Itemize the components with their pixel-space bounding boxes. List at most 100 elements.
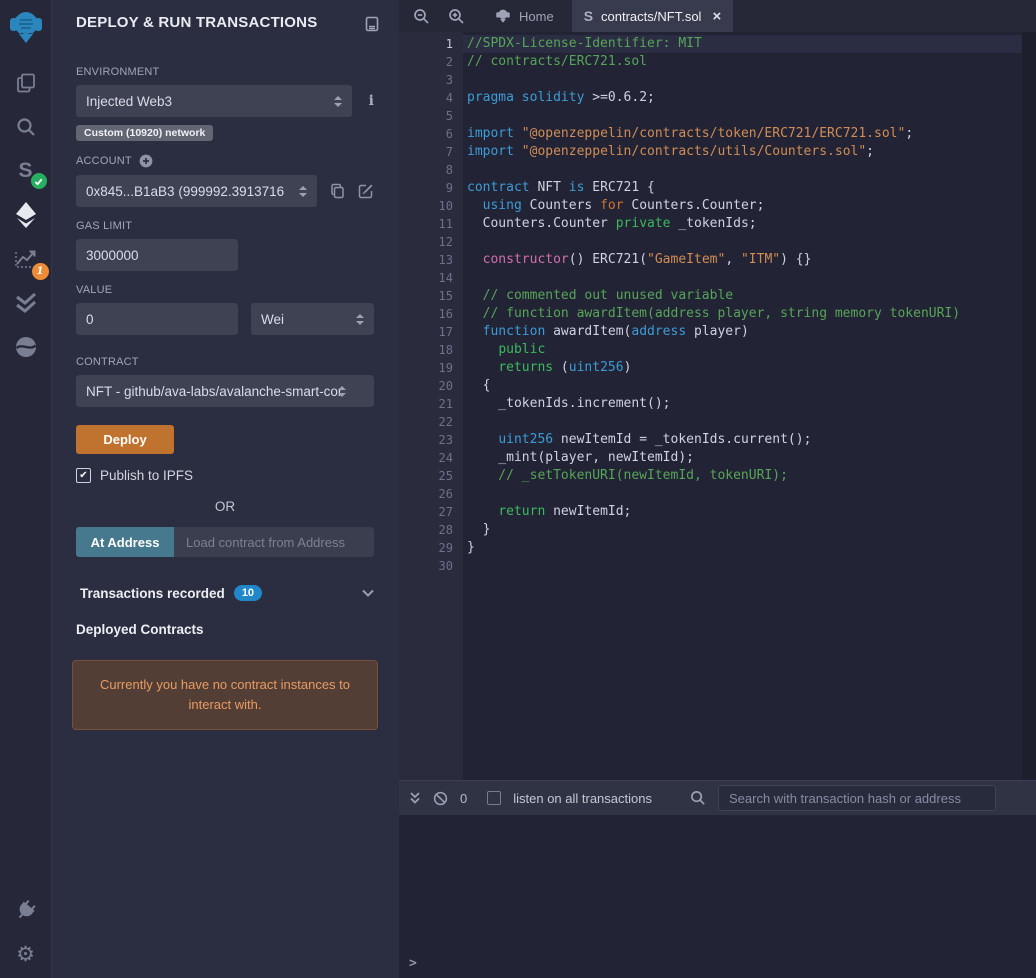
- terminal-output[interactable]: >: [399, 815, 1036, 978]
- line-number[interactable]: 15: [399, 287, 453, 305]
- code-line[interactable]: _tokenIds.increment();: [463, 395, 1022, 413]
- at-address-button[interactable]: At Address: [76, 527, 174, 557]
- tab-home[interactable]: Home: [483, 0, 566, 32]
- line-number[interactable]: 18: [399, 341, 453, 359]
- line-number[interactable]: 8: [399, 161, 453, 179]
- line-number[interactable]: 1: [399, 35, 453, 53]
- search-icon[interactable]: [11, 113, 41, 141]
- at-address-input[interactable]: [174, 527, 374, 557]
- line-number[interactable]: 30: [399, 557, 453, 575]
- code-line[interactable]: // contracts/ERC721.sol: [463, 53, 1022, 71]
- line-number[interactable]: 23: [399, 431, 453, 449]
- line-number[interactable]: 5: [399, 107, 453, 125]
- solidity-compiler-icon[interactable]: S: [11, 157, 41, 185]
- code-line[interactable]: [463, 233, 1022, 251]
- code-line[interactable]: constructor() ERC721("GameItem", "ITM") …: [463, 251, 1022, 269]
- line-number[interactable]: 6: [399, 125, 453, 143]
- code-line[interactable]: pragma solidity >=0.6.2;: [463, 89, 1022, 107]
- transactions-recorded-row[interactable]: Transactions recorded 10: [76, 585, 374, 601]
- line-number[interactable]: 27: [399, 503, 453, 521]
- code-line[interactable]: [463, 485, 1022, 503]
- line-number[interactable]: 11: [399, 215, 453, 233]
- editor-code[interactable]: //SPDX-License-Identifier: MIT// contrac…: [463, 32, 1022, 780]
- edit-account-icon[interactable]: [358, 183, 374, 199]
- documentation-icon[interactable]: [365, 16, 379, 37]
- line-number[interactable]: 7: [399, 143, 453, 161]
- account-select[interactable]: 0x845...B1aB3 (999992.3913716: [76, 175, 317, 207]
- remix-logo-icon[interactable]: [8, 8, 44, 51]
- line-number[interactable]: 25: [399, 467, 453, 485]
- code-line[interactable]: [463, 71, 1022, 89]
- deploy-run-icon[interactable]: [11, 201, 41, 229]
- terminal-search-input[interactable]: [718, 785, 996, 811]
- value-input[interactable]: 0: [76, 303, 238, 335]
- code-line[interactable]: return newItemId;: [463, 503, 1022, 521]
- gas-limit-input[interactable]: 3000000: [76, 239, 238, 271]
- line-number[interactable]: 26: [399, 485, 453, 503]
- code-line[interactable]: //SPDX-License-Identifier: MIT: [463, 35, 1022, 53]
- publish-ipfs-checkbox[interactable]: [76, 468, 91, 483]
- file-explorer-icon[interactable]: [11, 69, 41, 97]
- line-number[interactable]: 20: [399, 377, 453, 395]
- zoom-out-icon[interactable]: [404, 0, 439, 32]
- code-line[interactable]: uint256 newItemId = _tokenIds.current();: [463, 431, 1022, 449]
- code-line[interactable]: _mint(player, newItemId);: [463, 449, 1022, 467]
- line-number[interactable]: 13: [399, 251, 453, 269]
- line-number[interactable]: 14: [399, 269, 453, 287]
- add-account-icon[interactable]: [139, 154, 153, 168]
- line-number[interactable]: 3: [399, 71, 453, 89]
- code-line[interactable]: public: [463, 341, 1022, 359]
- value-unit-select[interactable]: Wei: [251, 303, 374, 335]
- code-line[interactable]: {: [463, 377, 1022, 395]
- expand-terminal-icon[interactable]: [409, 791, 421, 805]
- code-line[interactable]: }: [463, 539, 1022, 557]
- line-number[interactable]: 9: [399, 179, 453, 197]
- clear-console-icon[interactable]: [433, 791, 448, 806]
- line-number[interactable]: 16: [399, 305, 453, 323]
- code-line[interactable]: [463, 269, 1022, 287]
- code-line[interactable]: [463, 161, 1022, 179]
- deploy-button[interactable]: Deploy: [76, 425, 174, 454]
- code-line[interactable]: // _setTokenURI(newItemId, tokenURI);: [463, 467, 1022, 485]
- code-line[interactable]: }: [463, 521, 1022, 539]
- tab-contracts-nft-sol[interactable]: S contracts/NFT.sol ×: [572, 0, 734, 32]
- code-editor[interactable]: 1234567891011121314151617181920212223242…: [399, 32, 1036, 780]
- code-line[interactable]: // commented out unused variable: [463, 287, 1022, 305]
- code-line[interactable]: contract NFT is ERC721 {: [463, 179, 1022, 197]
- analytics-icon[interactable]: 1: [11, 245, 41, 273]
- environment-info-icon[interactable]: i: [369, 93, 374, 109]
- zoom-in-icon[interactable]: [439, 0, 474, 32]
- settings-icon[interactable]: ⚙: [11, 940, 41, 968]
- code-line[interactable]: function awardItem(address player): [463, 323, 1022, 341]
- code-line[interactable]: returns (uint256): [463, 359, 1022, 377]
- line-number[interactable]: 19: [399, 359, 453, 377]
- contract-select[interactable]: NFT - github/ava-labs/avalanche-smart-co…: [76, 375, 374, 407]
- code-line[interactable]: import "@openzeppelin/contracts/token/ER…: [463, 125, 1022, 143]
- line-number[interactable]: 28: [399, 521, 453, 539]
- line-number[interactable]: 17: [399, 323, 453, 341]
- line-number[interactable]: 22: [399, 413, 453, 431]
- line-number[interactable]: 24: [399, 449, 453, 467]
- editor-gutter[interactable]: 1234567891011121314151617181920212223242…: [399, 32, 463, 780]
- code-line[interactable]: [463, 413, 1022, 431]
- line-number[interactable]: 21: [399, 395, 453, 413]
- code-line[interactable]: import "@openzeppelin/contracts/utils/Co…: [463, 143, 1022, 161]
- line-number[interactable]: 29: [399, 539, 453, 557]
- code-line[interactable]: // function awardItem(address player, st…: [463, 305, 1022, 323]
- plugin-manager-icon[interactable]: [11, 896, 41, 924]
- debugger-icon[interactable]: [11, 333, 41, 361]
- code-line[interactable]: [463, 557, 1022, 575]
- editor-scrollbar[interactable]: [1022, 32, 1036, 780]
- line-number[interactable]: 2: [399, 53, 453, 71]
- listen-transactions-checkbox[interactable]: [487, 791, 501, 805]
- copy-account-icon[interactable]: [330, 183, 345, 199]
- line-number[interactable]: 12: [399, 233, 453, 251]
- chevron-down-icon[interactable]: [362, 589, 374, 597]
- close-tab-icon[interactable]: ×: [712, 8, 721, 25]
- line-number[interactable]: 10: [399, 197, 453, 215]
- line-number[interactable]: 4: [399, 89, 453, 107]
- static-analysis-icon[interactable]: [11, 289, 41, 317]
- code-line[interactable]: using Counters for Counters.Counter;: [463, 197, 1022, 215]
- environment-select[interactable]: Injected Web3: [76, 85, 352, 117]
- code-line[interactable]: [463, 107, 1022, 125]
